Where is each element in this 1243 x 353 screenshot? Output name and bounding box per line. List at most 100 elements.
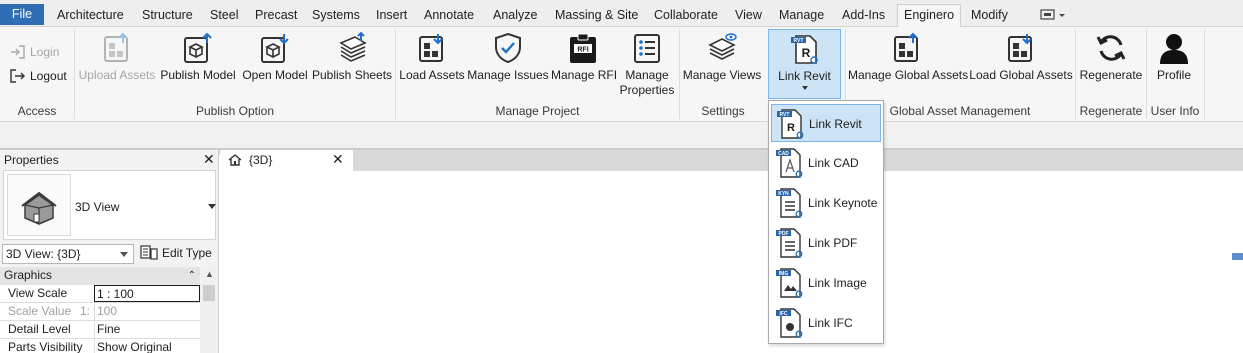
collapse-icon[interactable]: ⌃ bbox=[188, 267, 196, 284]
link-revit-label: Link Revit bbox=[778, 69, 831, 83]
properties-list-icon bbox=[634, 34, 660, 63]
link-revit-button[interactable]: RVT R Link Revit bbox=[768, 29, 841, 99]
instance-selector-value: 3D View: {3D} bbox=[6, 247, 81, 261]
scroll-up-icon[interactable]: ▲ bbox=[205, 269, 214, 279]
menu-item-link-image[interactable]: IMG Link Image bbox=[771, 264, 881, 302]
canvas-edge-marker bbox=[1232, 253, 1243, 260]
svg-text:CAD: CAD bbox=[778, 151, 789, 157]
section-label: Graphics bbox=[4, 268, 53, 282]
property-value: 100 bbox=[94, 303, 200, 321]
link-dropdown-menu: RVT R Link Revit CAD Link CAD KYN Link K… bbox=[768, 100, 884, 344]
close-icon[interactable]: ✕ bbox=[332, 151, 344, 168]
profile-button[interactable]: Profile bbox=[1150, 29, 1198, 101]
menu-tab-architecture[interactable]: Architecture bbox=[57, 5, 124, 27]
property-scrollbar[interactable]: ▲ bbox=[201, 267, 217, 353]
section-graphics[interactable]: Graphics ⌃ bbox=[0, 267, 200, 285]
window-dropdown-icon bbox=[1040, 9, 1065, 20]
menu-item-label: Link Revit bbox=[809, 117, 862, 131]
house-icon bbox=[228, 154, 242, 166]
user-icon bbox=[1160, 34, 1188, 64]
property-value[interactable]: Fine bbox=[94, 321, 200, 339]
panel-label-publish-option: Publish Option bbox=[195, 104, 275, 118]
regenerate-button[interactable]: Regenerate bbox=[1078, 29, 1144, 101]
manage-views-button[interactable]: Manage Views bbox=[682, 29, 762, 101]
property-key: Scale Value bbox=[8, 304, 72, 318]
manage-global-assets-button[interactable]: Manage Global Assets bbox=[848, 29, 969, 101]
type-selector[interactable]: 3D View bbox=[3, 170, 216, 240]
load-assets-button[interactable]: Load Assets bbox=[399, 29, 465, 101]
upload-assets-icon bbox=[104, 32, 128, 62]
load-global-assets-label: Load Global Assets bbox=[969, 68, 1073, 82]
menu-tab-enginero[interactable]: Enginero bbox=[897, 4, 962, 28]
logout-button[interactable]: Logout bbox=[8, 66, 67, 86]
scroll-thumb[interactable] bbox=[203, 285, 215, 301]
edit-type-button[interactable]: Edit Type bbox=[140, 244, 212, 264]
manage-views-label: Manage Views bbox=[682, 68, 762, 82]
menu-item-link-ifc[interactable]: IFC Link IFC bbox=[771, 304, 881, 342]
menu-tab-modify[interactable]: Modify bbox=[971, 5, 1008, 27]
manage-properties-label: Manage Properties bbox=[619, 68, 675, 97]
manage-properties-button[interactable]: Manage Properties bbox=[617, 29, 677, 101]
view-tab-label: {3D} bbox=[249, 153, 273, 167]
upload-assets-button[interactable]: Upload Assets bbox=[78, 29, 156, 101]
panel-label-regenerate: Regenerate bbox=[1079, 104, 1143, 118]
instance-selector[interactable]: 3D View: {3D} bbox=[2, 244, 134, 264]
close-icon[interactable]: ✕ bbox=[203, 151, 215, 168]
manage-rfi-button[interactable]: RFI Manage RFI bbox=[551, 29, 617, 101]
menu-tab-insert[interactable]: Insert bbox=[376, 5, 407, 27]
menu-item-link-pdf[interactable]: PDF Link PDF bbox=[771, 224, 881, 262]
manage-views-icon bbox=[708, 33, 737, 60]
publish-model-button[interactable]: Publish Model bbox=[158, 29, 238, 101]
menu-tab-view[interactable]: View bbox=[735, 5, 762, 27]
open-model-button[interactable]: Open Model bbox=[240, 29, 310, 101]
menu-tab-collaborate[interactable]: Collaborate bbox=[654, 5, 718, 27]
manage-global-assets-label: Manage Global Assets bbox=[848, 68, 969, 82]
publish-model-icon bbox=[184, 32, 212, 63]
open-model-icon bbox=[261, 34, 289, 63]
svg-text:R: R bbox=[801, 46, 810, 60]
menu-tab-systems[interactable]: Systems bbox=[312, 5, 360, 27]
view-scale-input[interactable]: 1 : 100 bbox=[94, 285, 200, 302]
menu-item-link-cad[interactable]: CAD Link CAD bbox=[771, 144, 881, 182]
menu-tab-annotate[interactable]: Annotate bbox=[424, 5, 474, 27]
view-tab-3d[interactable]: {3D} ✕ bbox=[220, 150, 353, 171]
svg-text:IMG: IMG bbox=[779, 271, 789, 277]
chevron-down-icon[interactable] bbox=[208, 204, 216, 209]
property-row[interactable]: Parts Visibility Show Original bbox=[0, 339, 200, 353]
menu-item-label: Link Keynote bbox=[808, 196, 878, 210]
publish-sheets-label: Publish Sheets bbox=[312, 68, 393, 82]
properties-title: Properties bbox=[4, 153, 59, 167]
publish-sheets-icon bbox=[339, 31, 367, 62]
view-canvas[interactable] bbox=[220, 171, 1243, 353]
load-assets-icon bbox=[419, 34, 443, 62]
login-button[interactable]: Login bbox=[8, 42, 59, 62]
rvt-file-icon: RVT R bbox=[777, 109, 804, 139]
profile-label: Profile bbox=[1156, 68, 1191, 82]
quick-access-dropdown[interactable] bbox=[1040, 8, 1068, 22]
menu-tab-structure[interactable]: Structure bbox=[142, 5, 193, 27]
edit-type-icon bbox=[140, 245, 158, 260]
menu-file[interactable]: File bbox=[0, 4, 44, 25]
keynote-file-icon: KYN bbox=[776, 188, 803, 218]
panel-label-settings: Settings bbox=[701, 104, 745, 118]
menu-tab-precast[interactable]: Precast bbox=[255, 5, 297, 27]
manage-issues-button[interactable]: Manage Issues bbox=[467, 29, 549, 101]
publish-sheets-button[interactable]: Publish Sheets bbox=[312, 29, 392, 101]
menu-tab-manage[interactable]: Manage bbox=[779, 5, 824, 27]
menu-tab-massing-site[interactable]: Massing & Site bbox=[555, 5, 638, 27]
load-global-assets-button[interactable]: Load Global Assets bbox=[969, 29, 1073, 101]
property-row[interactable]: View Scale 1 : 100 bbox=[0, 285, 200, 303]
menu-tab-analyze[interactable]: Analyze bbox=[493, 5, 537, 27]
svg-text:RVT: RVT bbox=[793, 38, 803, 44]
load-assets-label: Load Assets bbox=[399, 68, 465, 82]
property-value[interactable]: Show Original bbox=[94, 339, 200, 353]
property-row[interactable]: Detail Level Fine bbox=[0, 321, 200, 339]
menu-tab-add-ins[interactable]: Add-Ins bbox=[842, 5, 885, 27]
menu-item-label: Link IFC bbox=[808, 316, 853, 330]
menu-item-link-revit[interactable]: RVT R Link Revit bbox=[771, 104, 881, 142]
edit-type-label: Edit Type bbox=[162, 246, 212, 260]
properties-palette: Properties ✕ 3D View 3D View: {3D} Edit … bbox=[0, 150, 219, 353]
cad-file-icon: CAD bbox=[776, 148, 803, 178]
menu-tab-steel[interactable]: Steel bbox=[210, 5, 239, 27]
menu-item-link-keynote[interactable]: KYN Link Keynote bbox=[771, 184, 881, 222]
